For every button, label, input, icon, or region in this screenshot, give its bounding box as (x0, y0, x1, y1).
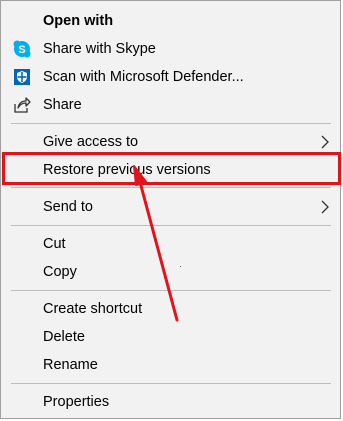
menu-item-label: Scan with Microsoft Defender... (43, 69, 244, 85)
defender-shield-icon (13, 68, 31, 86)
stray-pixel (180, 266, 181, 267)
context-menu: Open with S Share with Skype Scan with M… (0, 0, 341, 419)
menu-item-label: Give access to (43, 134, 139, 150)
menu-item-cut[interactable]: Cut (1, 230, 342, 258)
menu-separator (11, 123, 331, 124)
menu-item-give-access[interactable]: Give access to (1, 128, 342, 156)
share-icon (13, 96, 31, 114)
menu-item-label: Share with Skype (43, 41, 156, 57)
chevron-right-icon (320, 135, 330, 149)
chevron-right-icon (320, 200, 330, 214)
menu-separator (11, 187, 331, 188)
menu-item-create-shortcut[interactable]: Create shortcut (1, 295, 342, 323)
menu-item-scan-defender[interactable]: Scan with Microsoft Defender... (1, 63, 342, 91)
menu-item-delete[interactable]: Delete (1, 323, 342, 351)
skype-icon: S (13, 40, 31, 58)
menu-separator (11, 290, 331, 291)
menu-item-label: Share (43, 97, 82, 113)
menu-item-properties[interactable]: Properties (1, 388, 342, 416)
svg-text:S: S (18, 44, 25, 56)
menu-item-open-with[interactable]: Open with (1, 7, 342, 35)
menu-item-label: Copy (43, 264, 77, 280)
menu-item-copy[interactable]: Copy (1, 258, 342, 286)
menu-item-send-to[interactable]: Send to (1, 193, 342, 221)
menu-item-share-with-skype[interactable]: S Share with Skype (1, 35, 342, 63)
menu-item-share[interactable]: Share (1, 91, 342, 119)
menu-separator (11, 225, 331, 226)
menu-separator (11, 383, 331, 384)
menu-item-restore-previous-versions[interactable]: Restore previous versions (1, 156, 342, 184)
menu-item-label: Open with (43, 13, 114, 29)
menu-item-label: Create shortcut (43, 301, 143, 317)
menu-item-label: Delete (43, 329, 85, 345)
menu-item-label: Rename (43, 357, 98, 373)
menu-item-label: Restore previous versions (43, 162, 211, 178)
menu-item-label: Cut (43, 236, 66, 252)
menu-item-label: Properties (43, 394, 110, 410)
menu-item-label: Send to (43, 199, 93, 215)
menu-item-rename[interactable]: Rename (1, 351, 342, 379)
